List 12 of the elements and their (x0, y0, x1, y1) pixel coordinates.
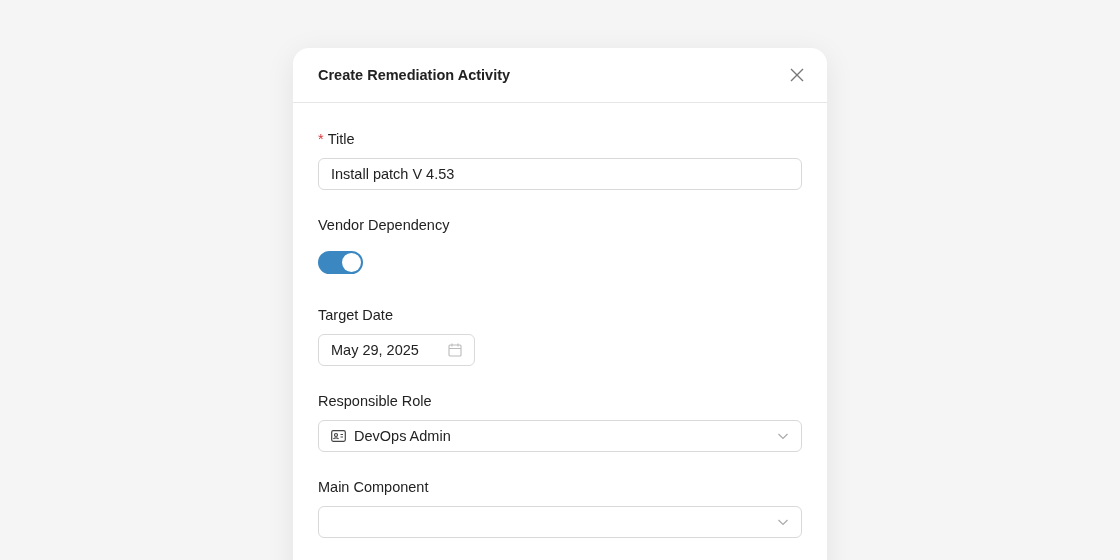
date-field[interactable]: May 29, 2025 (318, 334, 475, 366)
select-field[interactable]: DevOps Admin (318, 420, 802, 452)
toggle-switch[interactable] (318, 251, 363, 274)
calendar-icon (448, 343, 462, 357)
dialog-title: Create Remediation Activity (318, 67, 511, 83)
title-field[interactable]: Install patch V 4.53 (318, 158, 802, 190)
field-label: * Title (318, 130, 355, 149)
field-label: Vendor Dependency (318, 216, 450, 235)
field-label: Target Date (318, 306, 393, 325)
select-field[interactable] (318, 506, 802, 538)
field-label: Main Component (318, 478, 429, 497)
field-label: Responsible Role (318, 392, 432, 411)
